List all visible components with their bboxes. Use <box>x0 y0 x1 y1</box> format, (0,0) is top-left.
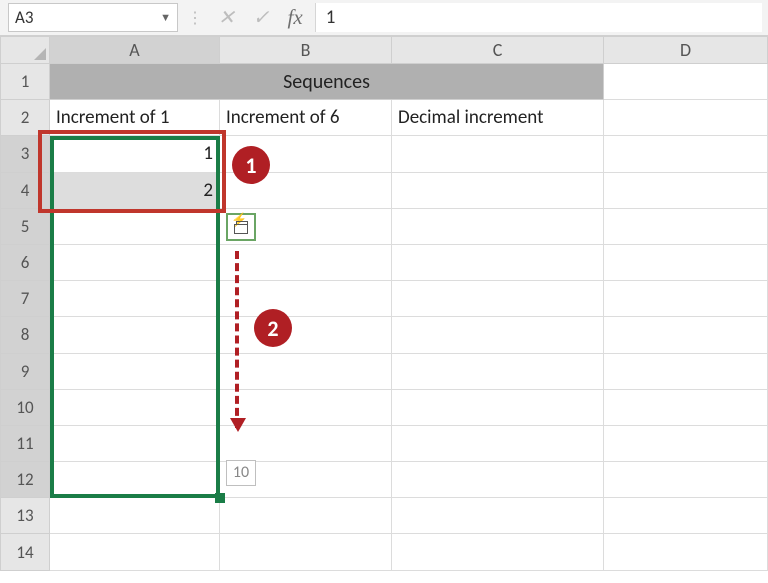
cell-B3[interactable] <box>220 136 392 172</box>
cell-D3[interactable] <box>604 136 768 172</box>
col-header-C[interactable]: C <box>392 36 604 64</box>
cell-C2[interactable]: Decimal increment <box>392 100 604 136</box>
cell-A13[interactable] <box>50 498 220 534</box>
cell-C10[interactable] <box>392 390 604 426</box>
cell-C4[interactable] <box>392 173 604 209</box>
splitter-handle[interactable]: ⋮ <box>182 0 206 35</box>
cell-A6[interactable] <box>50 245 220 281</box>
row-header-9[interactable]: 9 <box>0 354 50 390</box>
row-header-6[interactable]: 6 <box>0 245 50 281</box>
cell-C8[interactable] <box>392 317 604 353</box>
cell-B9[interactable] <box>220 354 392 390</box>
accept-icon[interactable]: ✓ <box>253 5 270 30</box>
cell-C11[interactable] <box>392 426 604 462</box>
row-header-12[interactable]: 12 <box>0 462 50 498</box>
cell-D10[interactable] <box>604 390 768 426</box>
fx-icon[interactable]: fx <box>288 5 303 30</box>
fill-preview-tooltip: 10 <box>226 460 256 486</box>
cell-A4[interactable]: 2 <box>50 173 220 209</box>
quick-analysis-icon[interactable]: ⚡ <box>226 213 256 241</box>
cell-A10[interactable] <box>50 390 220 426</box>
col-header-A[interactable]: A <box>50 36 220 64</box>
row-header-14[interactable]: 14 <box>0 534 50 570</box>
row-header-7[interactable]: 7 <box>0 281 50 317</box>
cell-B13[interactable] <box>220 498 392 534</box>
cell-D11[interactable] <box>604 426 768 462</box>
cell-C12[interactable] <box>392 462 604 498</box>
cell-B4[interactable] <box>220 173 392 209</box>
formula-bar: A3 ▼ ⋮ ✕ ✓ fx 1 <box>0 0 768 36</box>
column-header-row: A B C D <box>0 36 768 64</box>
cell-D2[interactable] <box>604 100 768 136</box>
cell-B8[interactable] <box>220 317 392 353</box>
cell-C9[interactable] <box>392 354 604 390</box>
active-cell-ref: A3 <box>15 7 33 28</box>
name-box[interactable]: A3 ▼ <box>8 3 178 32</box>
cell-D4[interactable] <box>604 173 768 209</box>
cell-D14[interactable] <box>604 534 768 570</box>
col-header-D[interactable]: D <box>604 36 768 64</box>
cell-A2[interactable]: Increment of 1 <box>50 100 220 136</box>
cell-C6[interactable] <box>392 245 604 281</box>
cell-A3[interactable]: 1 <box>50 136 220 172</box>
select-all-corner[interactable] <box>0 36 50 64</box>
row-header-11[interactable]: 11 <box>0 426 50 462</box>
row-header-13[interactable]: 13 <box>0 498 50 534</box>
cell-D5[interactable] <box>604 209 768 245</box>
cell-C14[interactable] <box>392 534 604 570</box>
cell-title[interactable]: Sequences <box>50 64 604 100</box>
fill-handle[interactable] <box>215 493 225 503</box>
row-header-8[interactable]: 8 <box>0 317 50 353</box>
row-header-5[interactable]: 5 <box>0 209 50 245</box>
cell-D8[interactable] <box>604 317 768 353</box>
cell-C5[interactable] <box>392 209 604 245</box>
cell-B14[interactable] <box>220 534 392 570</box>
cell-C7[interactable] <box>392 281 604 317</box>
formula-value: 1 <box>326 6 336 29</box>
row-header-1[interactable]: 1 <box>0 64 50 100</box>
cell-B2[interactable]: Increment of 6 <box>220 100 392 136</box>
cell-D13[interactable] <box>604 498 768 534</box>
cell-A7[interactable] <box>50 281 220 317</box>
cell-D12[interactable] <box>604 462 768 498</box>
annotation-arrow <box>235 251 239 428</box>
row-header-2[interactable]: 2 <box>0 100 50 136</box>
col-header-B[interactable]: B <box>220 36 392 64</box>
cell-A5[interactable] <box>50 209 220 245</box>
cell-C13[interactable] <box>392 498 604 534</box>
cell-A14[interactable] <box>50 534 220 570</box>
cell-B7[interactable] <box>220 281 392 317</box>
cell-D9[interactable] <box>604 354 768 390</box>
formula-input[interactable]: 1 <box>315 3 762 32</box>
row-header-3[interactable]: 3 <box>0 136 50 172</box>
cell-D1[interactable] <box>604 64 768 100</box>
cell-A9[interactable] <box>50 354 220 390</box>
cell-A11[interactable] <box>50 426 220 462</box>
formula-buttons: ✕ ✓ fx <box>206 0 315 35</box>
row-header-4[interactable]: 4 <box>0 173 50 209</box>
chevron-down-icon[interactable]: ▼ <box>160 11 171 24</box>
cell-D6[interactable] <box>604 245 768 281</box>
cell-A12[interactable] <box>50 462 220 498</box>
cell-D7[interactable] <box>604 281 768 317</box>
table-icon <box>234 224 248 234</box>
row-header-10[interactable]: 10 <box>0 390 50 426</box>
cancel-icon[interactable]: ✕ <box>218 5 235 30</box>
worksheet[interactable]: A B C D 1 Sequences 2 Increment of 1 Inc… <box>0 36 768 583</box>
cell-B6[interactable] <box>220 245 392 281</box>
cell-A8[interactable] <box>50 317 220 353</box>
cell-C3[interactable] <box>392 136 604 172</box>
